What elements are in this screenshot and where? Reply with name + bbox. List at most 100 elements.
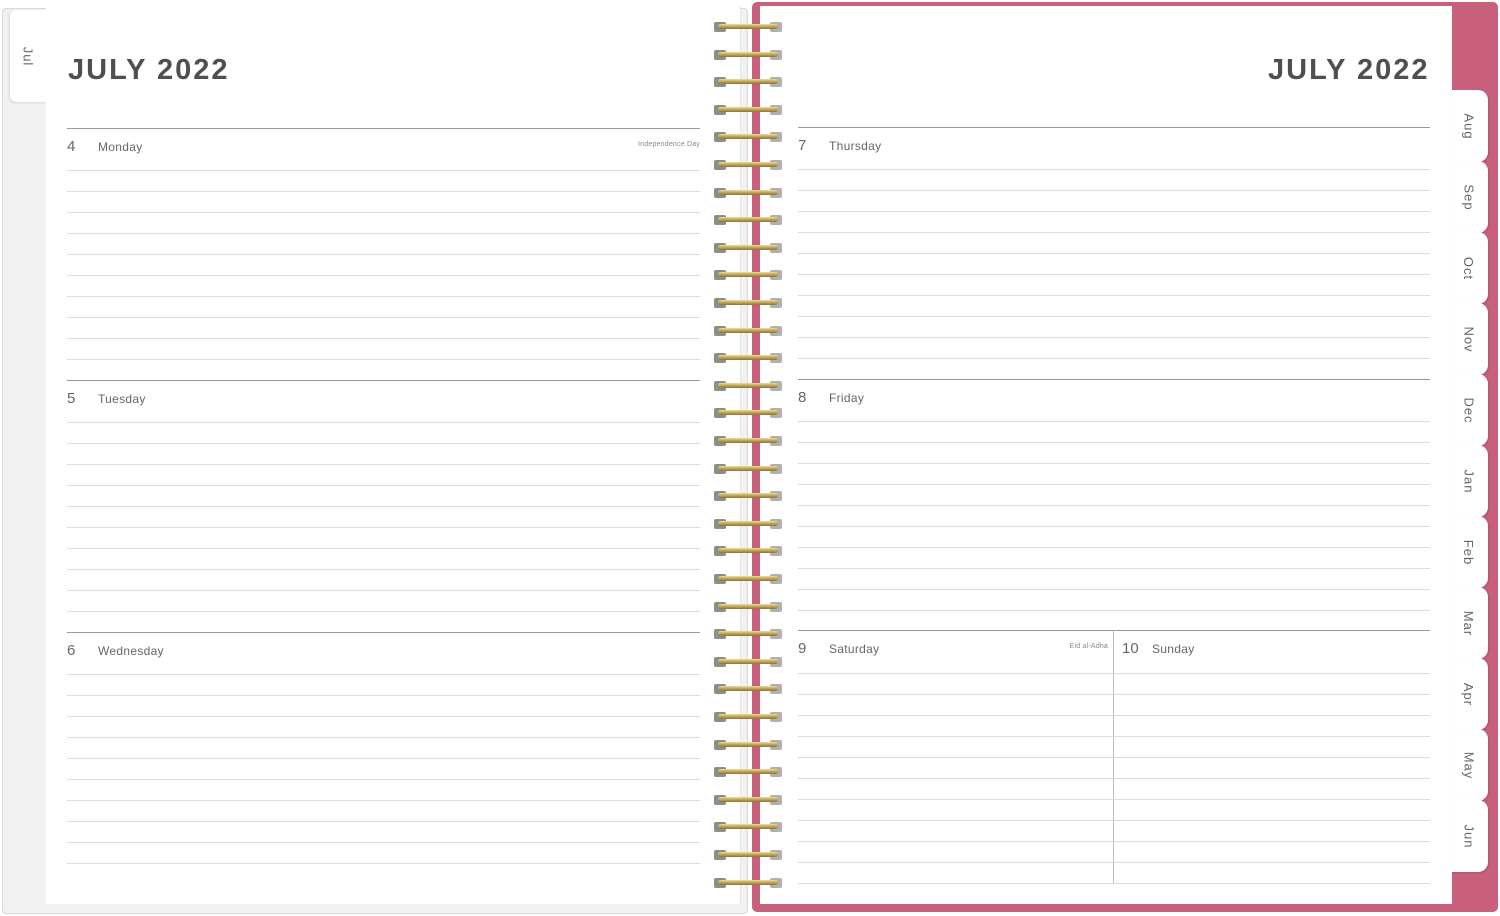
spiral-coil [712,544,784,558]
day-name: Saturday [829,642,880,656]
month-tab-label: Jul [20,46,36,66]
ruled-line [798,589,1430,590]
ruled-line [67,527,700,528]
month-tab-label: Jan [1461,469,1477,493]
spiral-coil [712,517,784,531]
month-tab-label: Oct [1461,256,1477,280]
spiral-coil [712,572,784,586]
ruled-line [67,296,700,297]
right-page-title: JULY 2022 [1268,54,1430,86]
spiral-coil [712,765,784,779]
ruled-line [67,863,700,864]
ruled-line [67,737,700,738]
ruled-line [67,674,700,675]
ruled-line [798,337,1430,338]
ruled-line [798,694,1430,695]
ruled-line [798,169,1430,170]
ruled-line [798,568,1430,569]
spiral-coil [712,738,784,752]
month-tab-label: Nov [1461,325,1477,353]
ruled-line [798,715,1430,716]
spiral-coil [712,241,784,255]
month-tab-label: Mar [1461,610,1477,636]
day-number: 8 [798,389,807,406]
ruled-line [798,862,1430,863]
spiral-coil [712,876,784,890]
day-divider [67,632,700,633]
ruled-line [67,842,700,843]
weekend-divider [798,630,1430,631]
spiral-coil [712,268,784,282]
ruled-line [798,211,1430,212]
month-tab-oct[interactable]: Oct [1450,232,1488,304]
ruled-line [798,799,1430,800]
month-tab-sep[interactable]: Sep [1450,161,1488,233]
spiral-coil [712,627,784,641]
month-tab-jul[interactable]: Jul [10,10,46,102]
ruled-line [67,590,700,591]
month-tab-aug[interactable]: Aug [1450,90,1488,162]
ruled-line [67,548,700,549]
ruled-line [798,673,1430,674]
month-tab-jan[interactable]: Jan [1450,445,1488,517]
spiral-coil [712,158,784,172]
ruled-line [67,716,700,717]
ruled-line [798,274,1430,275]
month-tab-feb[interactable]: Feb [1450,516,1488,588]
month-tab-mar[interactable]: Mar [1450,587,1488,659]
left-page-title: JULY 2022 [68,54,230,86]
day-number: 7 [798,137,807,154]
ruled-line [798,841,1430,842]
ruled-line [798,484,1430,485]
month-tab-jun[interactable]: Jun [1450,800,1488,872]
month-tab-label: Sep [1461,183,1477,211]
day-number: 9 [798,640,807,657]
ruled-line [67,695,700,696]
day-divider [67,380,700,381]
ruled-line [798,610,1430,611]
month-tab-apr[interactable]: Apr [1450,658,1488,730]
spiral-coil [712,462,784,476]
spiral-coil [712,682,784,696]
spiral-coil [712,655,784,669]
spiral-coil [712,848,784,862]
day-name: Sunday [1152,642,1195,656]
month-tab-label: Dec [1461,396,1477,424]
ruled-line [67,422,700,423]
day-number: 5 [67,390,76,407]
spiral-coil [712,489,784,503]
spiral-coil [712,103,784,117]
ruled-line [67,317,700,318]
left-page [46,6,741,904]
spiral-coil [712,434,784,448]
day-divider [798,127,1430,128]
day-number: 4 [67,138,76,155]
spiral-coil [712,20,784,34]
month-tab-may[interactable]: May [1450,729,1488,801]
month-tab-label: Feb [1461,539,1477,565]
day-name: Thursday [829,139,882,153]
ruled-line [67,359,700,360]
spiral-coil [712,600,784,614]
ruled-line [798,295,1430,296]
spiral-coil [712,75,784,89]
ruled-line [67,506,700,507]
spiral-coil [712,793,784,807]
ruled-line [798,883,1430,884]
ruled-line [67,338,700,339]
ruled-line [798,820,1430,821]
ruled-line [798,442,1430,443]
day-number: 6 [67,642,76,659]
ruled-line [67,569,700,570]
spiral-coil [712,406,784,420]
ruled-line [798,547,1430,548]
day-name: Tuesday [98,392,146,406]
month-tab-label: May [1461,751,1477,779]
spiral-coil [712,351,784,365]
spiral-coil [712,186,784,200]
spiral-coil [712,324,784,338]
ruled-line [67,170,700,171]
ruled-line [67,485,700,486]
month-tab-dec[interactable]: Dec [1450,374,1488,446]
month-tab-nov[interactable]: Nov [1450,303,1488,375]
